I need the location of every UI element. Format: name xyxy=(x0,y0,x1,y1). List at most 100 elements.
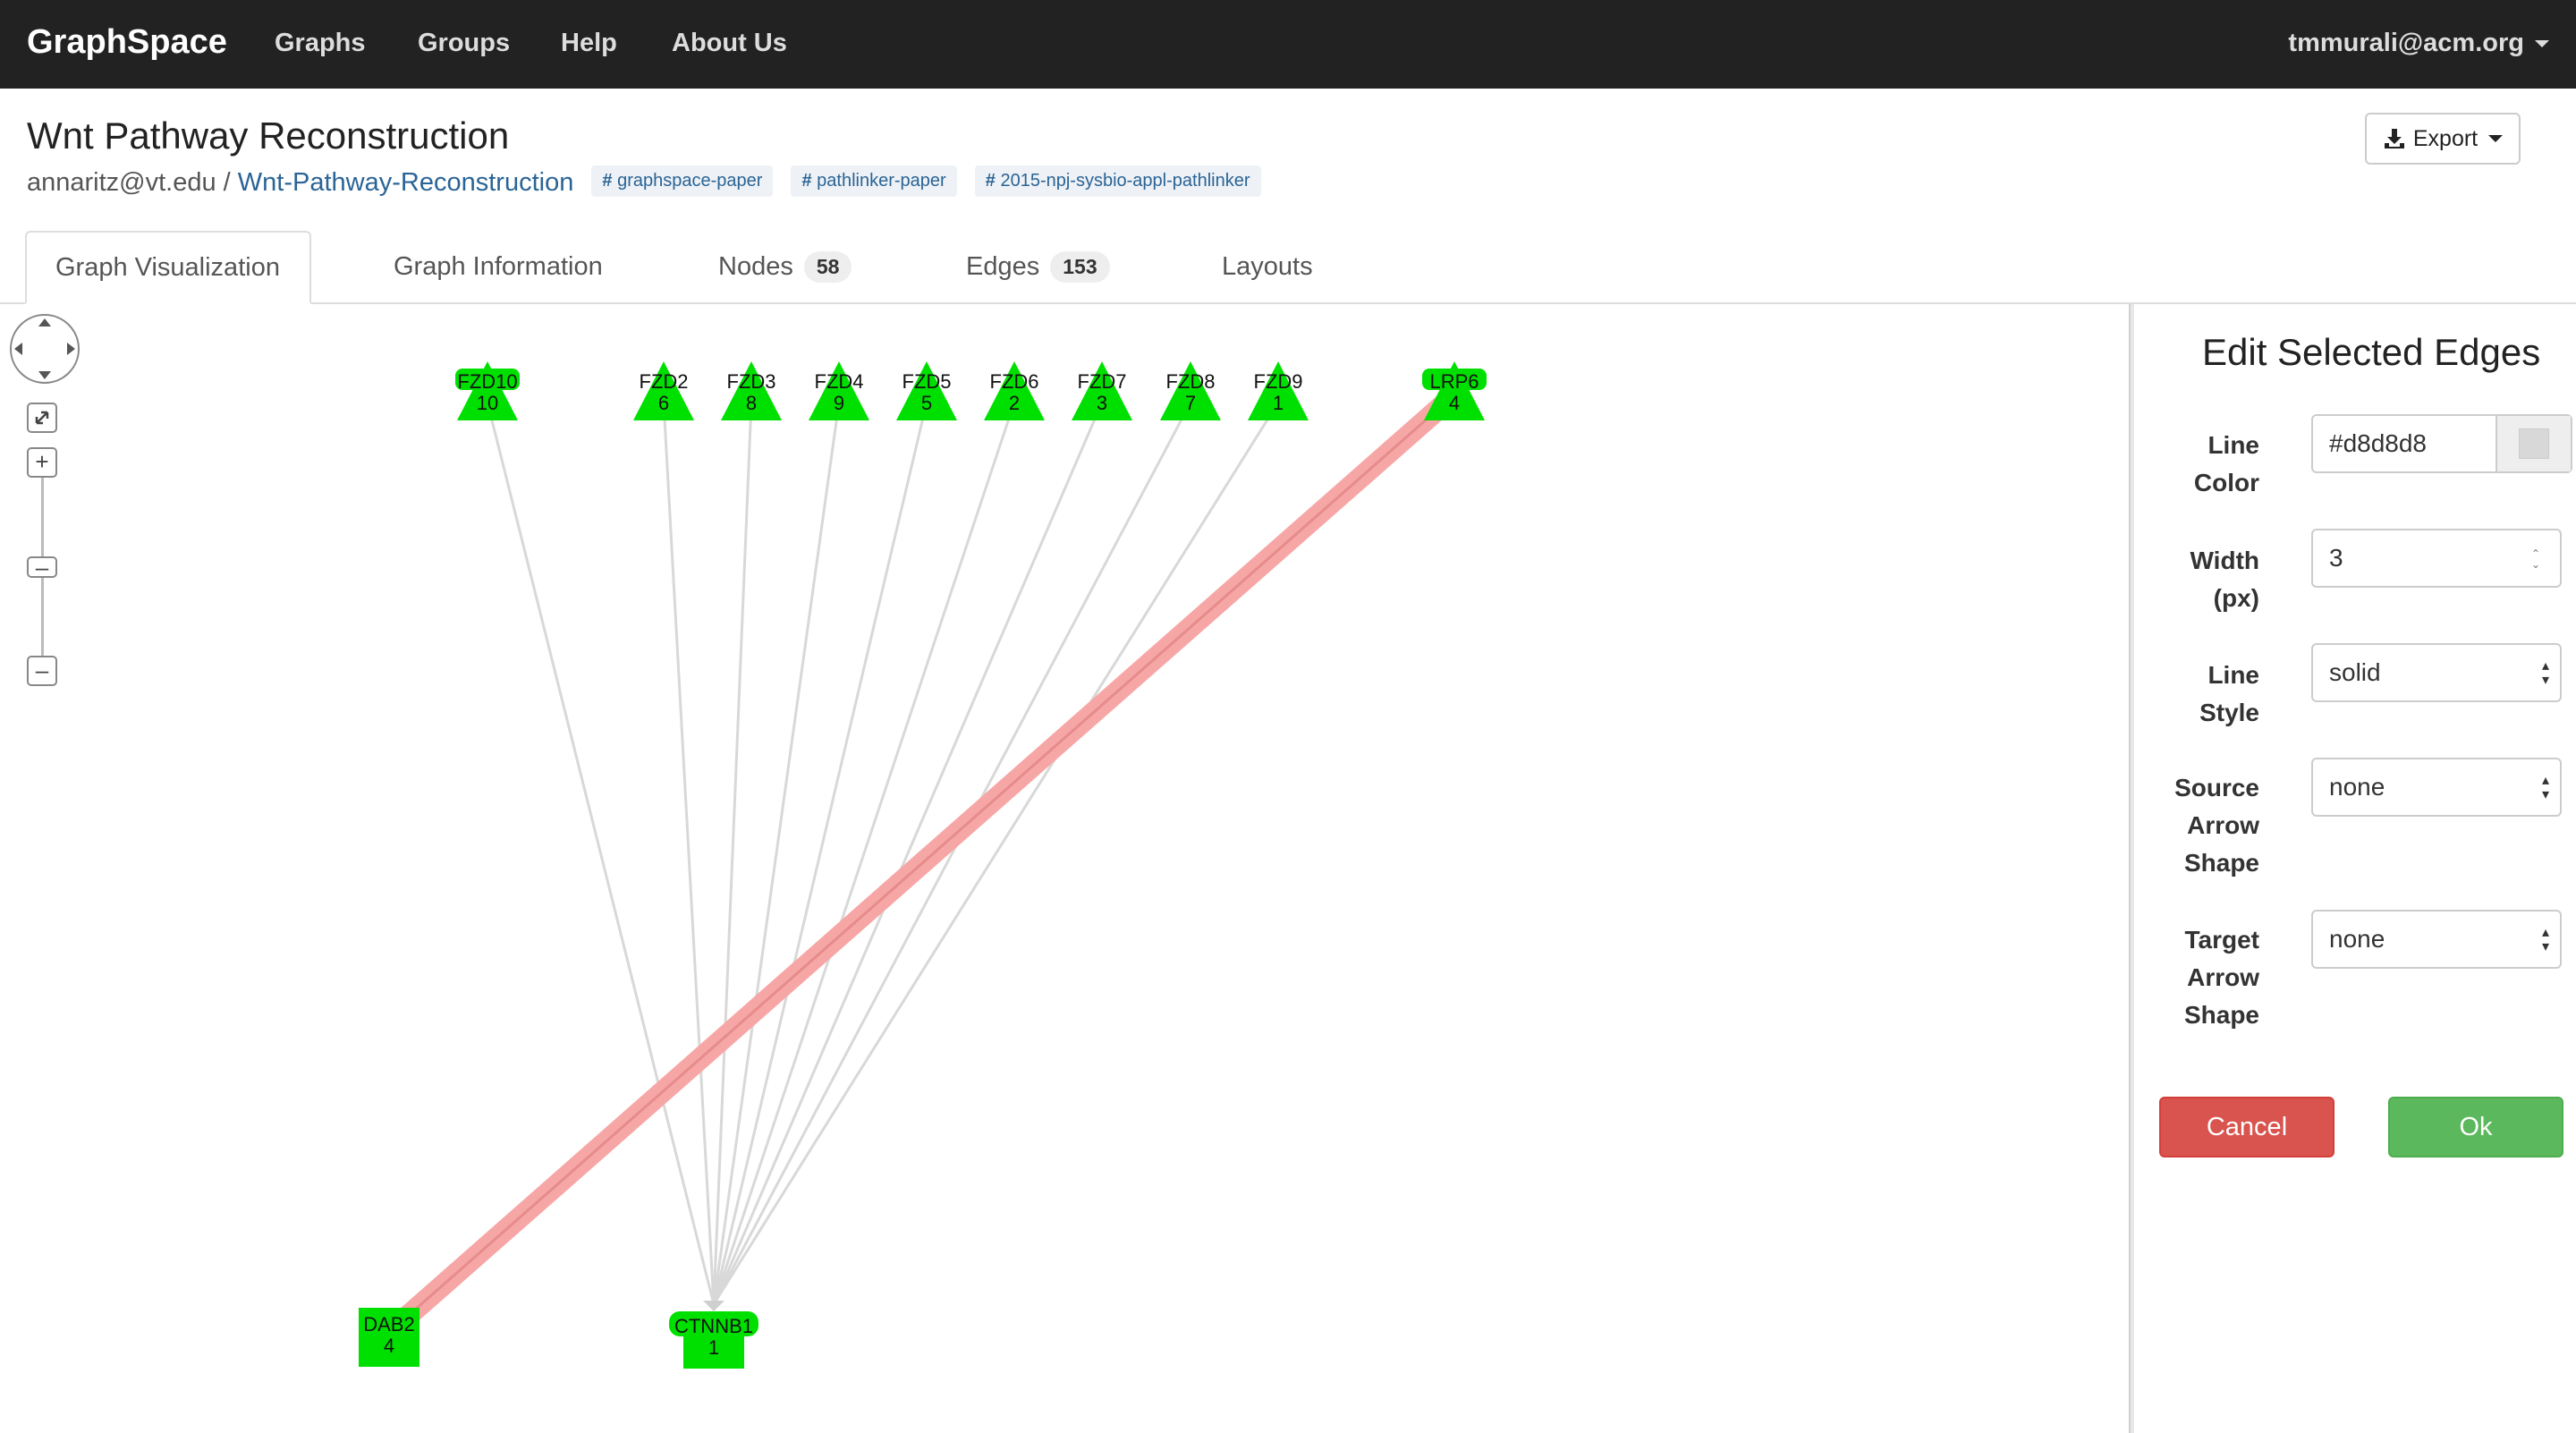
node-label: LRP6 xyxy=(1429,370,1479,393)
tag-graphspace-paper[interactable]: # graphspace-paper xyxy=(591,165,774,197)
zoom-slider-handle[interactable]: – xyxy=(27,555,57,579)
line-color-input[interactable]: #d8d8d8 xyxy=(2311,414,2572,473)
node-number: 1 xyxy=(708,1336,719,1359)
width-input[interactable]: 3 ⌃ ⌄ xyxy=(2311,529,2562,588)
node-dab2[interactable]: DAB24 xyxy=(359,1308,419,1367)
spinner-icon[interactable]: ⌃ ⌄ xyxy=(2531,548,2540,570)
user-email: tmmurali@acm.org xyxy=(2288,29,2524,57)
navbar: GraphSpace Graphs Groups Help About Us t… xyxy=(0,0,2576,89)
node-fzd3[interactable]: FZD38 xyxy=(721,361,782,420)
node-label: FZD6 xyxy=(990,370,1039,393)
nav-link-help[interactable]: Help xyxy=(561,29,617,58)
source-arrow-select[interactable]: none ▴ ▾ xyxy=(2311,758,2562,817)
label-line: Target xyxy=(2184,926,2260,954)
label-line: Arrow xyxy=(2187,963,2259,991)
fit-icon[interactable] xyxy=(27,403,57,433)
edge-FZD6-CTNNB1[interactable] xyxy=(712,402,1016,1305)
panel-title: Edit Selected Edges xyxy=(2202,331,2541,373)
node-number: 4 xyxy=(1449,392,1460,414)
tab-label: Graph Visualization xyxy=(55,252,280,282)
edge-LRP6-DAB2[interactable] xyxy=(406,403,1445,1319)
nav-link-groups[interactable]: Groups xyxy=(418,29,510,58)
line-color-value: #d8d8d8 xyxy=(2329,429,2428,457)
node-fzd10[interactable]: FZD1010 xyxy=(455,361,520,420)
tab-nodes[interactable]: Nodes 58 xyxy=(718,231,852,302)
brand-logo[interactable]: GraphSpace xyxy=(27,23,227,62)
target-arrow-value: none xyxy=(2329,925,2385,953)
node-fzd6[interactable]: FZD62 xyxy=(984,361,1045,420)
edge-FZD10-CTNNB1[interactable] xyxy=(486,402,716,1305)
edge-FZD8-CTNNB1[interactable] xyxy=(712,402,1192,1305)
node-fzd2[interactable]: FZD26 xyxy=(633,361,694,420)
label-line: Shape xyxy=(2183,1001,2259,1029)
graph-svg[interactable]: FZD1010 FZD26 FZD38 FZD49 FZD55 FZD62 FZD73 FZD… xyxy=(0,304,2129,1433)
width-value: 3 xyxy=(2329,544,2343,572)
color-picker-button[interactable] xyxy=(2496,416,2571,471)
node-label: FZD3 xyxy=(727,370,776,393)
ok-button[interactable]: Ok xyxy=(2388,1097,2563,1157)
node-lrp6[interactable]: LRP64 xyxy=(1422,361,1487,420)
target-arrow-select[interactable]: none ▴ ▾ xyxy=(2311,910,2562,969)
edge-FZD9-CTNNB1[interactable] xyxy=(712,402,1280,1305)
node-label: FZD5 xyxy=(902,370,952,393)
export-button[interactable]: Export xyxy=(2365,113,2521,165)
tab-layouts[interactable]: Layouts xyxy=(1222,231,1313,302)
tab-graph-information[interactable]: Graph Information xyxy=(394,231,603,302)
zoom-in-icon[interactable]: + xyxy=(27,447,57,478)
node-label: FZD8 xyxy=(1166,370,1216,393)
tab-label: Layouts xyxy=(1222,251,1313,281)
target-arrow-label: Target Arrow Shape xyxy=(2134,921,2259,1034)
tab-graph-visualization[interactable]: Graph Visualization xyxy=(25,231,311,304)
tab-label: Nodes xyxy=(718,251,793,281)
tab-edges[interactable]: Edges 153 xyxy=(966,231,1110,302)
node-number: 1 xyxy=(1273,392,1284,414)
graph-name-link[interactable]: Wnt-Pathway-Reconstruction xyxy=(238,168,574,197)
node-label: FZD4 xyxy=(815,370,864,393)
tag-label: graphspace-paper xyxy=(617,171,763,191)
node-fzd4[interactable]: FZD49 xyxy=(809,361,869,420)
page-title: Wnt Pathway Reconstruction xyxy=(27,114,510,157)
label-line: Line xyxy=(2207,431,2259,459)
node-ctnnb1[interactable]: CTNNB11 xyxy=(669,1311,758,1369)
user-menu[interactable]: tmmurali@acm.org xyxy=(2288,29,2549,58)
breadcrumb-separator: / xyxy=(223,168,231,198)
label-line: Line xyxy=(2207,661,2259,689)
label-line: Shape xyxy=(2183,849,2259,877)
zoom-out-icon[interactable]: – xyxy=(27,656,57,686)
tab-label: Edges xyxy=(966,251,1040,281)
nodes-count-badge: 58 xyxy=(803,250,852,283)
node-fzd5[interactable]: FZD55 xyxy=(896,361,957,420)
tab-label: Graph Information xyxy=(394,251,603,281)
pan-control[interactable] xyxy=(7,311,82,386)
node-number: 4 xyxy=(384,1335,394,1357)
node-number: 9 xyxy=(834,392,844,414)
nav-link-about-us[interactable]: About Us xyxy=(672,29,787,58)
source-arrow-value: none xyxy=(2329,773,2385,801)
graph-canvas[interactable]: FZD10 10 FZD2 6 FZD3 8 FZD4 9 FZD5 5 FZD6 2 FZD7 3 FZD… xyxy=(0,304,2129,1433)
tag-2015-npj[interactable]: # 2015-npj-sysbio-appl-pathlinker xyxy=(974,165,1261,197)
edge-FZD7-CTNNB1[interactable] xyxy=(712,402,1104,1305)
edge-arrowheads xyxy=(703,1301,724,1311)
label-line: (px) xyxy=(2213,584,2259,612)
edge-FZD2-CTNNB1[interactable] xyxy=(662,402,716,1305)
node-number: 2 xyxy=(1009,392,1020,414)
caret-down-icon xyxy=(2535,40,2549,48)
tag-pathlinker-paper[interactable]: # pathlinker-paper xyxy=(791,165,957,197)
node-label: FZD10 xyxy=(457,370,517,393)
label-line: Style xyxy=(2199,699,2259,726)
node-fzd7[interactable]: FZD73 xyxy=(1072,361,1132,420)
line-style-select[interactable]: solid ▴ ▾ xyxy=(2311,643,2562,702)
caret-down-icon xyxy=(2488,135,2504,142)
node-label: CTNNB1 xyxy=(674,1315,753,1337)
owner-email: annaritz@vt.edu xyxy=(27,168,216,198)
nav-link-graphs[interactable]: Graphs xyxy=(275,29,366,58)
download-icon xyxy=(2384,129,2404,148)
node-fzd9[interactable]: FZD91 xyxy=(1248,361,1309,420)
label-line: Arrow xyxy=(2187,811,2259,839)
tag-label: 2015-npj-sysbio-appl-pathlinker xyxy=(1000,171,1250,191)
cancel-button[interactable]: Cancel xyxy=(2159,1097,2334,1157)
node-label: DAB2 xyxy=(363,1313,414,1335)
line-color-label: Line Color xyxy=(2134,427,2259,502)
label-line: Source xyxy=(2174,774,2259,801)
node-fzd8[interactable]: FZD87 xyxy=(1160,361,1221,420)
